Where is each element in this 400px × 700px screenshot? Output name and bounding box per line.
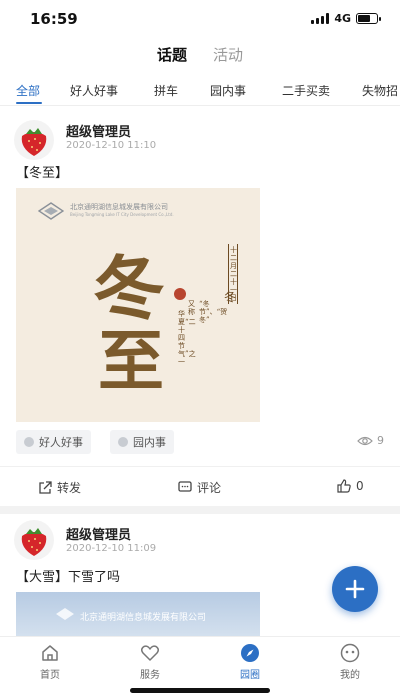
- nav-home-label: 首页: [40, 670, 60, 681]
- share-label: 转发: [57, 481, 82, 495]
- poster-desc-col-3: 华夏“二十四节气”之一: [178, 310, 196, 366]
- poster-desc-col-1: 又称: [188, 300, 195, 316]
- battery-icon: [356, 13, 381, 24]
- comment-button[interactable]: 评论: [178, 479, 221, 496]
- comment-label: 评论: [197, 481, 222, 495]
- poster-title-char-2: 至: [98, 322, 164, 400]
- view-count: 9: [357, 434, 384, 447]
- category-carpool[interactable]: 拼车: [154, 82, 178, 99]
- signal-icon: [311, 13, 330, 24]
- strawberry-icon: [21, 128, 47, 156]
- author-name[interactable]: 超级管理员: [66, 121, 131, 140]
- tag-label: 好人好事: [39, 436, 83, 449]
- nav-circle-label: 园圈: [240, 670, 260, 681]
- compass-icon: [241, 644, 259, 662]
- avatar[interactable]: [14, 520, 54, 560]
- battery-level: [358, 15, 370, 22]
- eye-icon: [357, 436, 373, 445]
- heart-icon: [140, 645, 160, 661]
- post-text: 【冬至】: [16, 166, 69, 181]
- thumbs-up-icon: [337, 479, 351, 493]
- poster-seal: 节气: [174, 288, 186, 300]
- tab-topics[interactable]: 话题: [157, 44, 187, 65]
- category-park-affairs[interactable]: 园内事: [210, 82, 246, 99]
- category-second-hand[interactable]: 二手买卖: [282, 82, 330, 99]
- post-image[interactable]: 北京通明湖信息城发展有限公司: [16, 592, 260, 640]
- strawberry-icon: [21, 528, 47, 556]
- poster-company-name: 北京通明湖信息城发展有限公司: [70, 203, 168, 211]
- company-logo-icon: [56, 608, 74, 620]
- post-actions: 转发 评论 0: [0, 466, 400, 506]
- create-post-button[interactable]: [332, 566, 378, 612]
- comment-icon: [178, 481, 192, 492]
- status-bar: 16:59 4G: [0, 0, 400, 34]
- like-button[interactable]: 0: [337, 479, 364, 493]
- nav-mine[interactable]: 我的: [320, 643, 380, 681]
- post-divider: [0, 506, 400, 514]
- category-bar: 全部 好人好事 拼车 园内事 二手买卖 失物招: [0, 78, 400, 106]
- post-time: 2020-12-10 11:09: [66, 543, 157, 554]
- network-type: 4G: [334, 12, 351, 25]
- company-logo-icon: [38, 202, 64, 220]
- author-name[interactable]: 超级管理员: [66, 524, 131, 543]
- nav-home[interactable]: 首页: [20, 643, 80, 681]
- post-text: 【大雪】下雪了吗: [16, 570, 121, 585]
- status-time: 16:59: [30, 10, 78, 28]
- post-time: 2020-12-10 11:10: [66, 140, 157, 151]
- avatar[interactable]: [14, 120, 54, 160]
- category-lost-found[interactable]: 失物招: [362, 82, 398, 99]
- user-face-icon: [340, 643, 360, 663]
- post-tag[interactable]: 园内事: [110, 430, 174, 454]
- home-indicator: [130, 688, 270, 693]
- post-image[interactable]: 北京通明湖信息城发展有限公司 Beijing Tongming Lake IT …: [16, 188, 260, 422]
- tag-icon: [24, 437, 34, 447]
- home-icon: [42, 645, 58, 661]
- post-tag[interactable]: 好人好事: [16, 430, 91, 454]
- nav-circle[interactable]: 园圈: [220, 643, 280, 681]
- view-count-value: 9: [377, 434, 384, 447]
- share-button[interactable]: 转发: [38, 479, 81, 496]
- category-good-deeds[interactable]: 好人好事: [70, 82, 118, 99]
- poster-company-name: 北京通明湖信息城发展有限公司: [80, 613, 207, 623]
- like-count: 0: [356, 479, 364, 493]
- tag-label: 园内事: [133, 436, 166, 449]
- tab-activities[interactable]: 活动: [213, 44, 243, 65]
- poster-season-char: 冬: [224, 290, 237, 304]
- plus-icon: [345, 579, 365, 599]
- poster-company-name-en: Beijing Tongming Lake IT City Developmen…: [70, 212, 174, 217]
- tag-icon: [118, 437, 128, 447]
- nav-mine-label: 我的: [340, 670, 360, 681]
- category-active-indicator: [16, 102, 42, 104]
- nav-services[interactable]: 服务: [120, 643, 180, 681]
- top-tabs: 话题 活动: [0, 44, 400, 65]
- share-icon: [39, 480, 52, 494]
- nav-services-label: 服务: [140, 670, 160, 681]
- category-all[interactable]: 全部: [16, 82, 40, 99]
- status-indicators: 4G: [311, 12, 381, 25]
- poster-desc-col-2: “冬节”、“贺冬”: [199, 300, 228, 324]
